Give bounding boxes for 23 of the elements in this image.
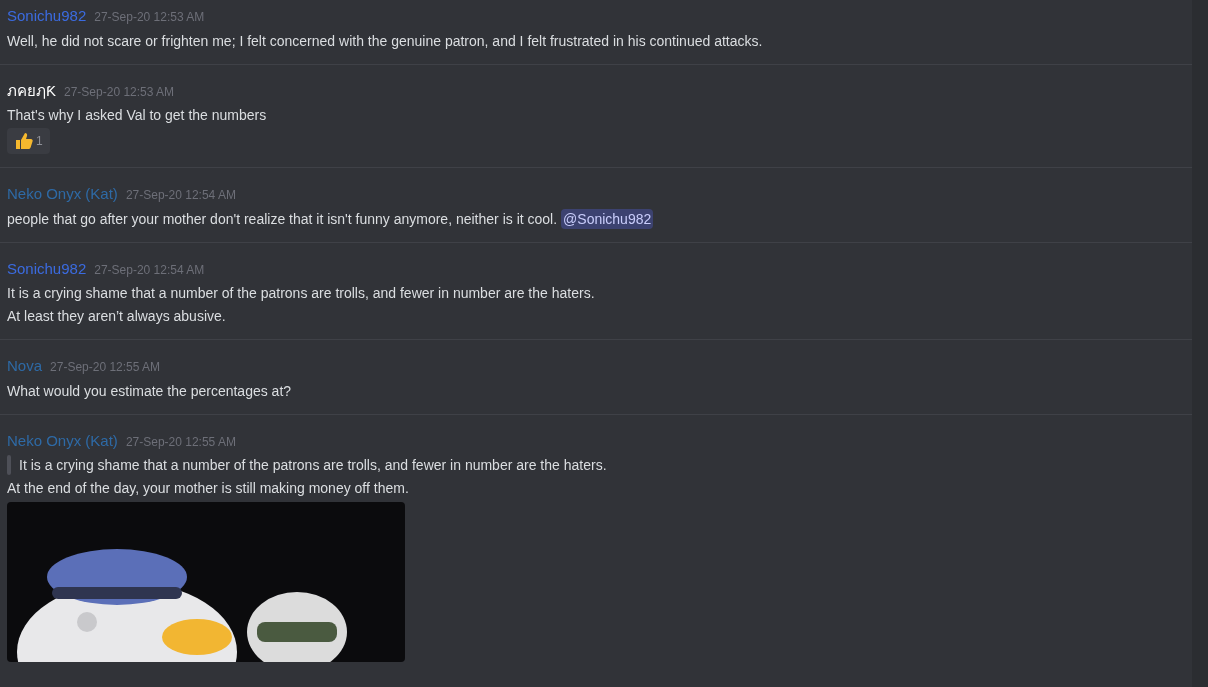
message-text: At the end of the day, your mother is still making money off them. <box>7 479 409 498</box>
message-text: That's why I asked Val to get the numbers <box>7 106 267 125</box>
message-text: It is a crying shame that a number of the patrons are trolls, and fewer in number are the haters. <box>7 284 595 303</box>
author-name[interactable]: Neko Onyx (Kat) <box>7 429 118 452</box>
timestamp: 27-Sep-20 12:55 AM <box>125 433 236 451</box>
author-name[interactable]: Sonichu982 <box>7 5 87 28</box>
author-name[interactable]: Nova <box>7 355 43 378</box>
message-text: What would you estimate the percentages at? <box>7 381 292 401</box>
author-name[interactable]: Sonichu982 <box>7 257 87 280</box>
timestamp: 27-Sep-20 12:55 AM <box>50 359 161 376</box>
author-name[interactable]: ภคยฦƘ <box>7 79 56 102</box>
message-text: At least they aren’t always abusive. <box>7 307 226 326</box>
quote-text: It is a crying shame that a number of the patrons are trolls, and fewer in number are the haters. <box>19 456 607 475</box>
author-name[interactable]: Neko Onyx (Kat) <box>7 183 118 206</box>
timestamp: 27-Sep-20 12:54 AM <box>94 261 205 279</box>
thumbs-up-icon <box>14 131 34 151</box>
timestamp: 27-Sep-20 12:53 AM <box>94 9 205 26</box>
user-mention[interactable]: @Sonichu982 <box>561 208 654 229</box>
message-text: people that go after your mother don't realize that it isn't funny anymore, neither is it cool. <box>7 209 558 229</box>
timestamp: 27-Sep-20 12:54 AM <box>125 187 236 204</box>
message-text: Well, he did not scare or frighten me; I felt concerned with the genuine patron, and I felt frustrated in his continued attacks. <box>7 31 763 51</box>
timestamp: 27-Sep-20 12:53 AM <box>64 83 175 101</box>
reaction-chip[interactable]: 1 <box>7 128 50 154</box>
